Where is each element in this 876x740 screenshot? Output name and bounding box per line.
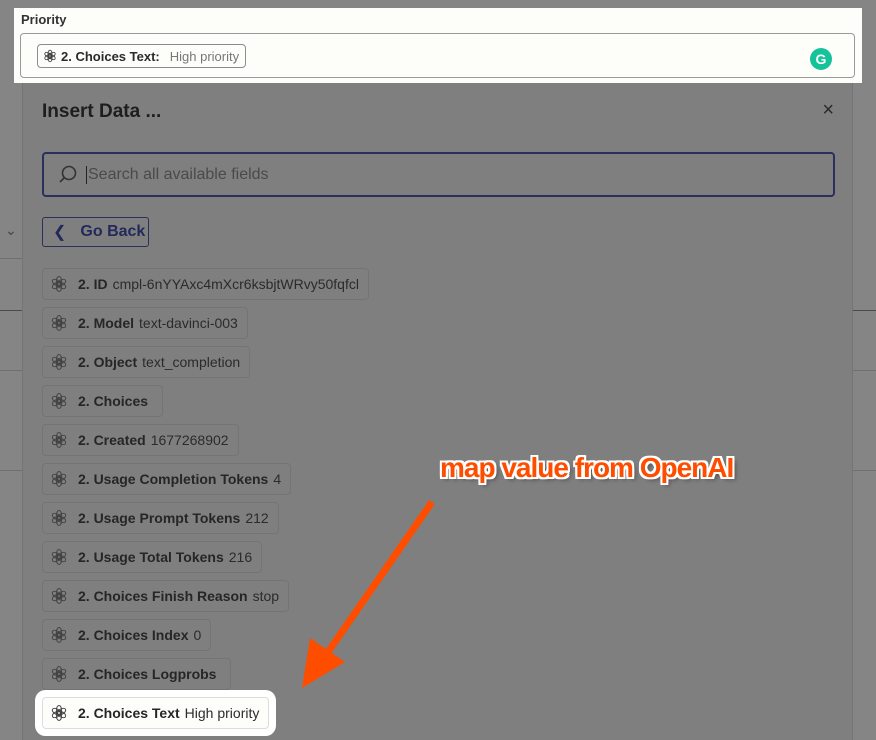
annotation-arrow bbox=[302, 500, 435, 688]
annotation-text: map value from OpenAI bbox=[440, 452, 734, 483]
arrow-head-icon bbox=[302, 638, 345, 688]
